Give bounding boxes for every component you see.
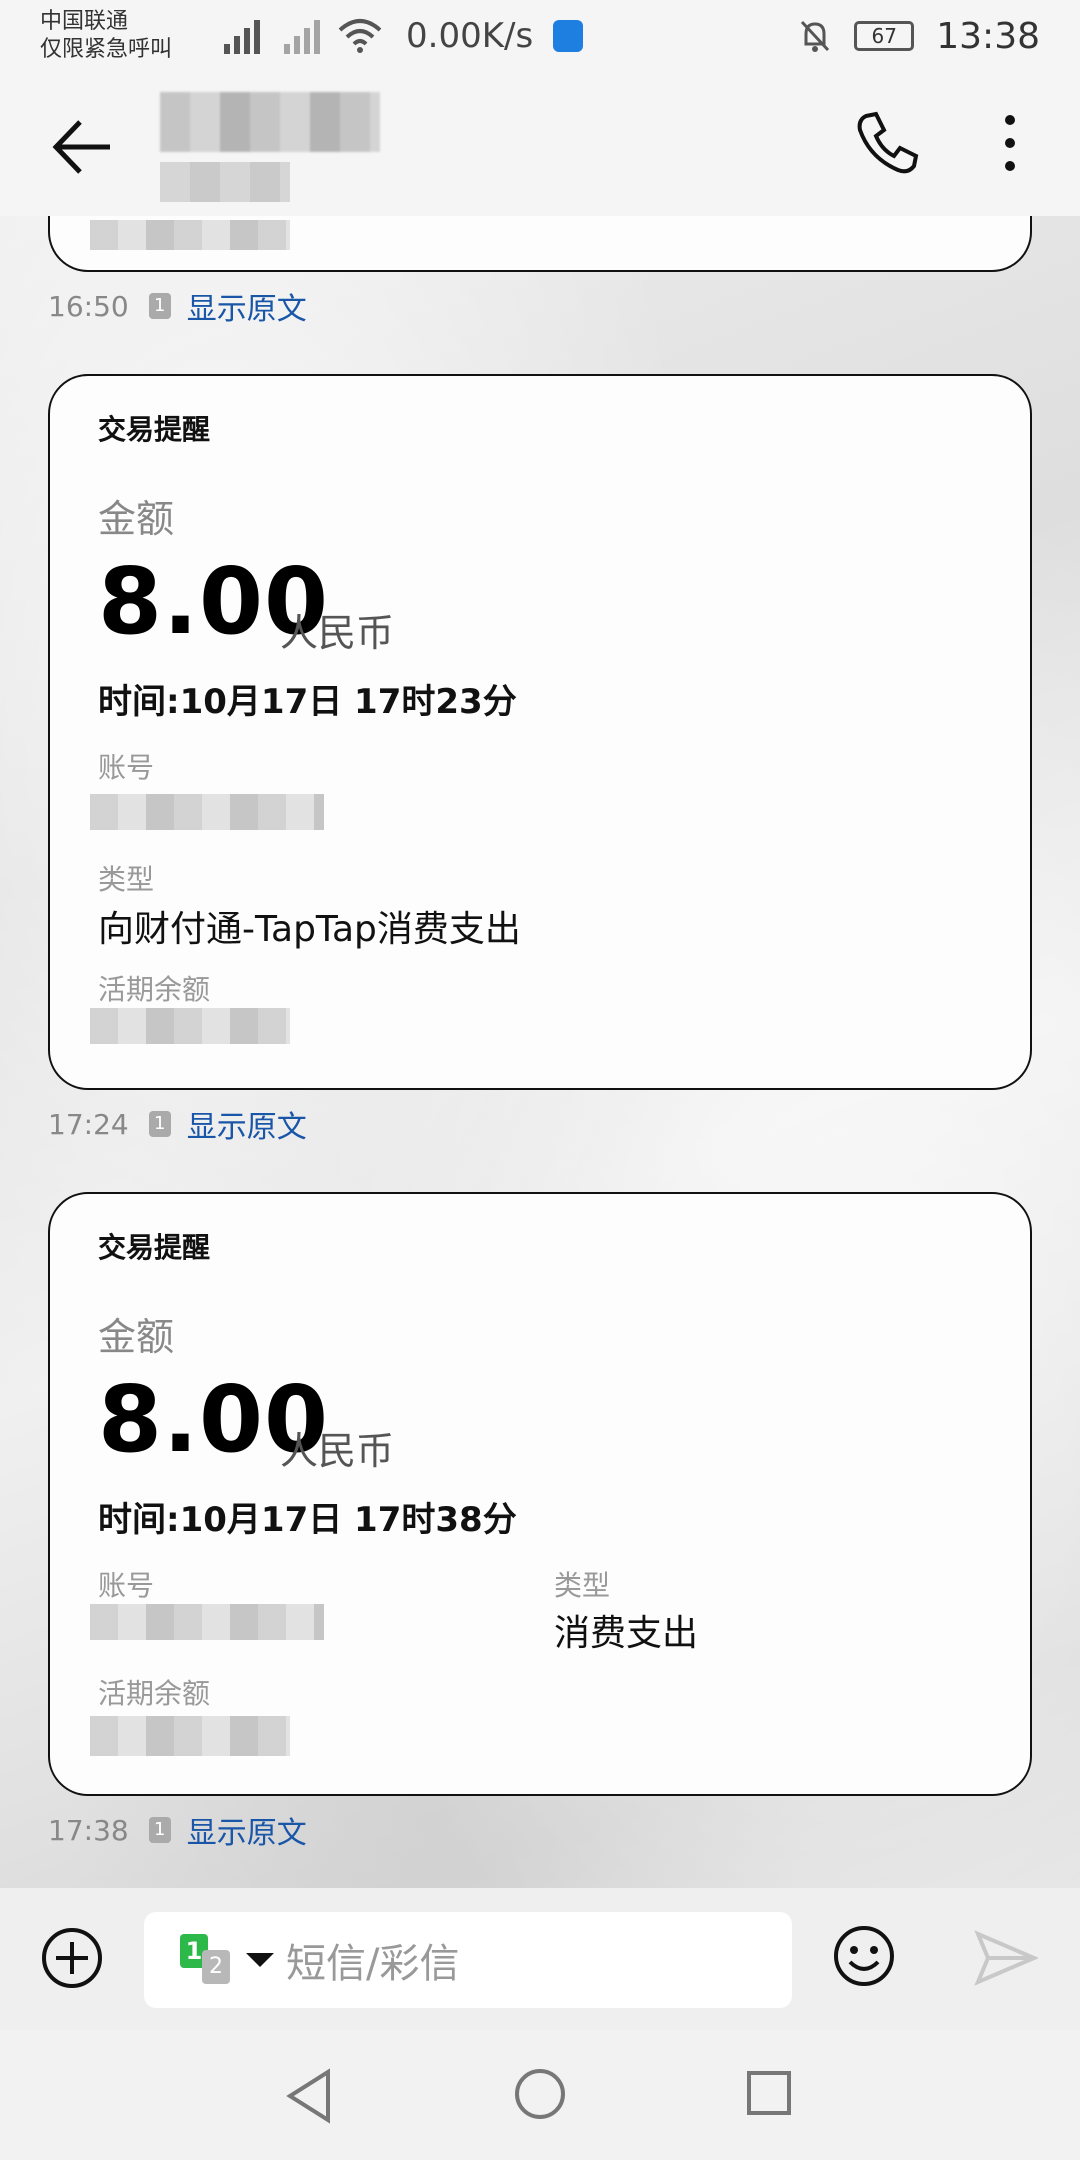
type-value: 向财付通-TapTap消费支出 <box>98 909 521 950</box>
nav-home-icon[interactable] <box>514 2068 566 2120</box>
conversation-header <box>0 72 1080 216</box>
carrier-status: 仅限紧急呼叫 <box>40 37 173 62</box>
transaction-time: 时间:10月17日 17时23分 <box>98 682 517 722</box>
input-placeholder: 短信/彩信 <box>286 1941 460 1987</box>
type-value: 消费支出 <box>554 1613 699 1654</box>
status-time: 13:38 <box>936 15 1040 57</box>
send-icon[interactable] <box>974 1928 1038 1988</box>
card-title: 交易提醒 <box>98 413 211 446</box>
phone-icon[interactable] <box>852 108 922 178</box>
show-original-link[interactable]: 显示原文 <box>187 1102 307 1146</box>
bell-muted-icon <box>801 20 830 52</box>
more-vertical-icon[interactable] <box>990 108 1030 178</box>
status-bar: 中国联通 仅限紧急呼叫 0.00K/s 67 13:38 <box>0 0 1080 72</box>
carrier-name: 中国联通 <box>40 9 129 34</box>
transaction-time: 时间:10月17日 17时38分 <box>98 1500 517 1540</box>
currency-label: 人民币 <box>280 611 395 655</box>
message-timestamp: 17:38 <box>48 1813 129 1847</box>
system-nav-bar <box>0 2030 1080 2160</box>
add-circle-icon[interactable] <box>40 1926 104 1990</box>
contact-number-redacted <box>160 162 290 202</box>
message-bubble[interactable] <box>48 216 1032 272</box>
sim-card-icon: 1 <box>148 1111 171 1137</box>
amount-label: 金额 <box>98 1315 175 1359</box>
nav-recents-icon[interactable] <box>746 2070 792 2116</box>
signal-icon <box>224 18 260 54</box>
show-original-link[interactable]: 显示原文 <box>187 1808 307 1852</box>
message-meta: 17:24 1 显示原文 <box>48 1102 307 1146</box>
account-redacted <box>90 1604 324 1640</box>
sim-card-icon: 1 <box>148 1817 171 1843</box>
network-speed: 0.00K/s <box>406 16 534 56</box>
message-input[interactable]: 1 2 短信/彩信 <box>144 1912 792 2008</box>
message-meta: 17:38 1 显示原文 <box>48 1808 307 1852</box>
wifi-icon <box>338 19 382 53</box>
type-label: 类型 <box>98 863 155 896</box>
contact-name-redacted[interactable] <box>160 92 380 152</box>
nav-back-icon[interactable] <box>284 2068 334 2124</box>
account-label: 账号 <box>98 751 155 784</box>
account-label: 账号 <box>98 1569 155 1602</box>
sim2-badge: 2 <box>202 1950 230 1984</box>
balance-redacted <box>90 1716 290 1756</box>
balance-label: 活期余额 <box>98 1677 211 1710</box>
balance-label: 活期余额 <box>98 973 211 1006</box>
card-title: 交易提醒 <box>98 1231 211 1264</box>
message-timestamp: 16:50 <box>48 289 129 323</box>
currency-label: 人民币 <box>280 1429 395 1473</box>
amount-label: 金额 <box>98 497 175 541</box>
account-redacted <box>90 794 324 830</box>
sim-card-icon: 1 <box>148 293 171 319</box>
redacted-text <box>90 220 290 250</box>
shield-icon <box>553 20 584 52</box>
caret-down-icon[interactable] <box>246 1953 274 1967</box>
compose-bar: 1 2 短信/彩信 <box>0 1888 1080 2030</box>
arrow-left-icon[interactable] <box>48 112 118 182</box>
balance-redacted <box>90 1008 290 1044</box>
message-timestamp: 17:24 <box>48 1107 129 1141</box>
message-meta: 16:50 1 显示原文 <box>48 284 307 328</box>
show-original-link[interactable]: 显示原文 <box>187 284 307 328</box>
transaction-card[interactable]: 交易提醒 金额 8.00 人民币 时间:10月17日 17时23分 账号 类型 … <box>48 374 1032 1090</box>
signal-no-service-icon <box>284 18 320 54</box>
transaction-card[interactable]: 交易提醒 金额 8.00 人民币 时间:10月17日 17时38分 账号 类型 … <box>48 1192 1032 1796</box>
sim-selector-icon[interactable]: 1 2 <box>180 1934 236 1986</box>
type-label: 类型 <box>554 1569 611 1602</box>
emoji-icon[interactable] <box>832 1924 896 1988</box>
carrier-info: 中国联通 仅限紧急呼叫 <box>40 8 200 64</box>
battery-icon: 67 <box>854 21 915 51</box>
